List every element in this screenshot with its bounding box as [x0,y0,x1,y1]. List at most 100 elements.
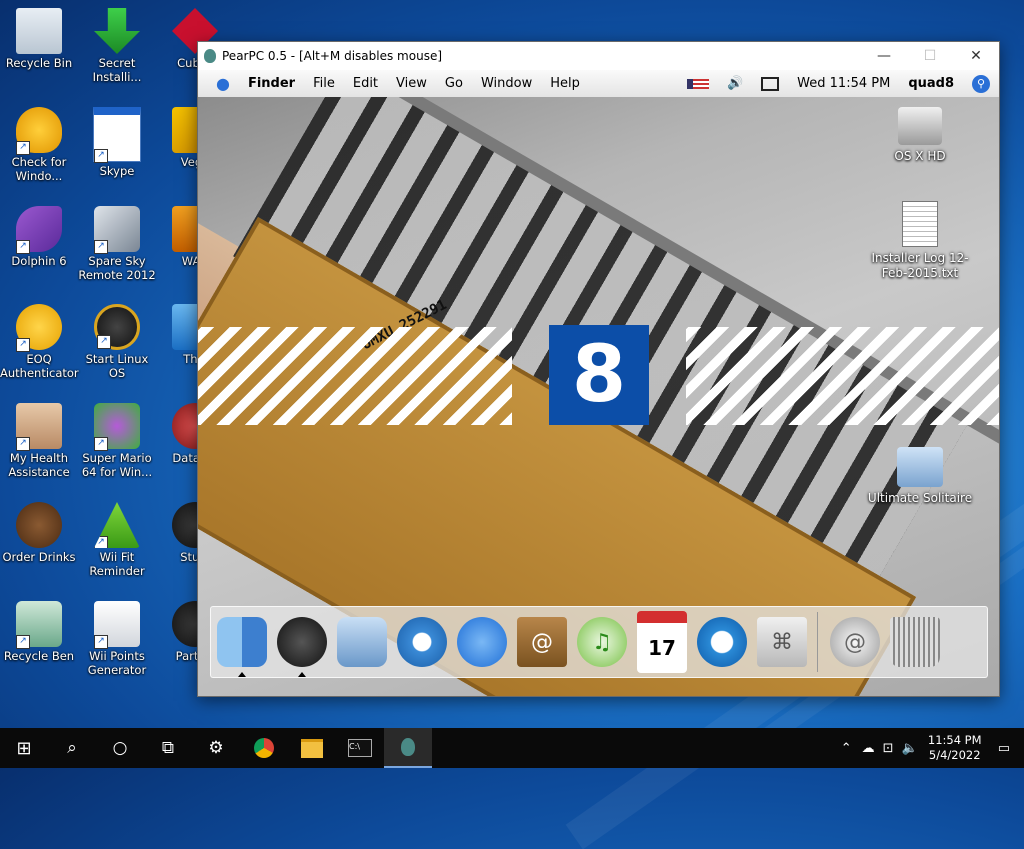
network-icon[interactable]: ⊡ [883,741,894,756]
linux-icon: ↗ [94,304,140,350]
dock-quicktime-icon[interactable] [697,617,747,667]
mario-icon: ↗ [94,403,140,451]
shortcut-arrow-icon: ↗ [16,635,30,649]
settings-gear-icon[interactable]: ⚙ [192,728,240,768]
icon-label: Recycle Ben [3,649,75,663]
dock-trash-icon[interactable] [890,617,940,667]
stripe-banner-right [686,327,999,425]
icon-label: Super Mario 64 for Win... [81,451,153,479]
dock-mail-server-icon[interactable]: @ [830,617,880,667]
desktop-icon-skype[interactable]: ↗ Skype [78,107,156,178]
close-button[interactable]: ✕ [953,42,999,70]
icon-label: Spare Sky Remote 2012 [78,254,156,282]
desktop-icon-wii-points[interactable]: ↗ Wii Points Generator [78,601,156,677]
window-titlebar[interactable]: PearPC 0.5 - [Alt+M disables mouse] — ☐ … [198,42,999,70]
desktop-icon-my-health[interactable]: ↗ My Health Assistance [0,403,78,479]
cortana-icon[interactable]: ○ [96,728,144,768]
recycle-bin-icon [16,8,62,54]
icon-label: EOQ Authenticator [0,352,79,380]
mac-desktop[interactable]: UMXU 252291 8 OS X HD Installer Log 12-F… [198,97,999,696]
chevron-up-icon[interactable]: ⌃ [841,741,852,756]
download-arrow-icon [94,8,140,54]
desktop-icon-recycle-bin[interactable]: Recycle Bin [0,8,78,70]
pearpc-taskbar-icon[interactable] [384,728,432,768]
command-prompt-icon[interactable]: C:\ [336,728,384,768]
desktop-icon-recycle-ben[interactable]: ↗ Recycle Ben [0,601,78,663]
mac-icon-os-x-hd[interactable]: OS X HD [865,107,975,164]
dock-system-preferences-icon[interactable]: ⌘ [757,617,807,667]
menu-go[interactable]: Go [445,76,463,91]
dock-address-book-icon[interactable]: @ [517,617,567,667]
search-icon[interactable]: ⌕ [48,728,96,768]
desktop-icon-eoq-authenticator[interactable]: ↗ EOQ Authenticator [0,304,79,380]
menubar-clock[interactable]: Wed 11:54 PM [797,76,890,91]
dock-finder-icon[interactable] [217,617,267,677]
folder-icon [897,447,943,487]
minimize-button[interactable]: — [861,42,907,70]
volume-icon[interactable]: 🔈 [902,741,918,756]
menu-file[interactable]: File [313,76,335,91]
icon-label: Start Linux OS [85,352,149,380]
system-tray: ⌃ ☁ ⊡ 🔈 11:54 PM 5/4/2022 ▭ [835,733,1024,763]
menu-edit[interactable]: Edit [353,76,378,91]
apple-menu-icon[interactable]: ● [216,74,230,93]
spotlight-icon[interactable]: ⚲ [972,74,990,93]
icon-label: Ultimate Solitaire [867,491,973,505]
dock-dashboard-icon[interactable] [277,617,327,677]
menu-help[interactable]: Help [550,76,580,91]
flag-icon[interactable] [686,78,709,89]
desktop-icon-super-mario[interactable]: ↗ Super Mario 64 for Win... [78,403,156,479]
menubar-user[interactable]: quad8 [908,76,954,91]
dock-ichat-icon[interactable] [457,617,507,667]
running-indicator [238,672,246,677]
task-view-icon[interactable]: ⧉ [144,728,192,768]
volume-icon[interactable]: 🔊 [727,76,743,91]
desktop-icon-wii-fit[interactable]: ↗ Wii Fit Reminder [78,502,156,578]
maximize-button[interactable]: ☐ [907,42,953,70]
start-button[interactable]: ⊞ [0,728,48,768]
dock-safari-icon[interactable] [397,617,447,667]
display-icon[interactable] [761,76,780,91]
stripe-banner-left [198,327,512,425]
window-app-icon: ↗ [93,107,141,163]
mac-dock: @ ♫ 17 ⌘ @ [210,606,988,678]
notification-icon[interactable]: ▭ [998,741,1010,756]
bag-icon: ↗ [94,502,140,548]
menu-finder[interactable]: Finder [248,76,295,91]
shortcut-arrow-icon: ↗ [94,536,108,548]
shortcut-arrow-icon: ↗ [16,437,30,451]
dolphin-icon: ↗ [16,206,62,254]
shortcut-arrow-icon: ↗ [16,141,30,155]
chrome-icon[interactable] [240,728,288,768]
dock-mail-icon[interactable] [337,617,387,667]
icon-label: Skype [99,164,135,178]
pearpc-window[interactable]: PearPC 0.5 - [Alt+M disables mouse] — ☐ … [197,41,1000,697]
icon-label: Secret Installi... [92,56,142,84]
taskbar-date: 5/4/2022 [928,748,981,762]
shortcut-arrow-icon: ↗ [94,635,108,649]
desktop-icon-secret-installer[interactable]: Secret Installi... [78,8,156,84]
wii-icon: ↗ [94,601,140,649]
quad8-badge: 8 [549,325,649,425]
menu-window[interactable]: Window [481,76,532,91]
desktop-icon-dolphin[interactable]: ↗ Dolphin 6 [0,206,78,268]
shield-warning-icon: ↗ [16,107,62,155]
coffee-bean-icon [16,502,62,548]
desktop-icon-check-for-windows[interactable]: ↗ Check for Windo... [0,107,78,183]
file-explorer-icon[interactable] [288,728,336,768]
icon-label: Dolphin 6 [11,254,67,268]
hard-drive-icon [898,107,942,145]
menu-view[interactable]: View [396,76,427,91]
dock-itunes-icon[interactable]: ♫ [577,617,627,667]
taskbar-clock[interactable]: 11:54 PM 5/4/2022 [922,733,988,763]
avatar-icon: ↗ [16,403,62,451]
dock-separator [817,612,818,672]
mac-icon-ultimate-solitaire[interactable]: Ultimate Solitaire [865,447,975,506]
shortcut-arrow-icon: ↗ [16,338,30,352]
dock-ical-icon[interactable]: 17 [637,611,687,673]
mac-icon-installer-log[interactable]: Installer Log 12-Feb-2015.txt [865,201,975,281]
desktop-icon-start-linux[interactable]: ↗ Start Linux OS [78,304,156,380]
desktop-icon-spare-sky-remote[interactable]: ↗ Spare Sky Remote 2012 [78,206,156,282]
cloud-icon[interactable]: ☁ [862,741,875,756]
desktop-icon-order-drinks[interactable]: Order Drinks [0,502,78,564]
